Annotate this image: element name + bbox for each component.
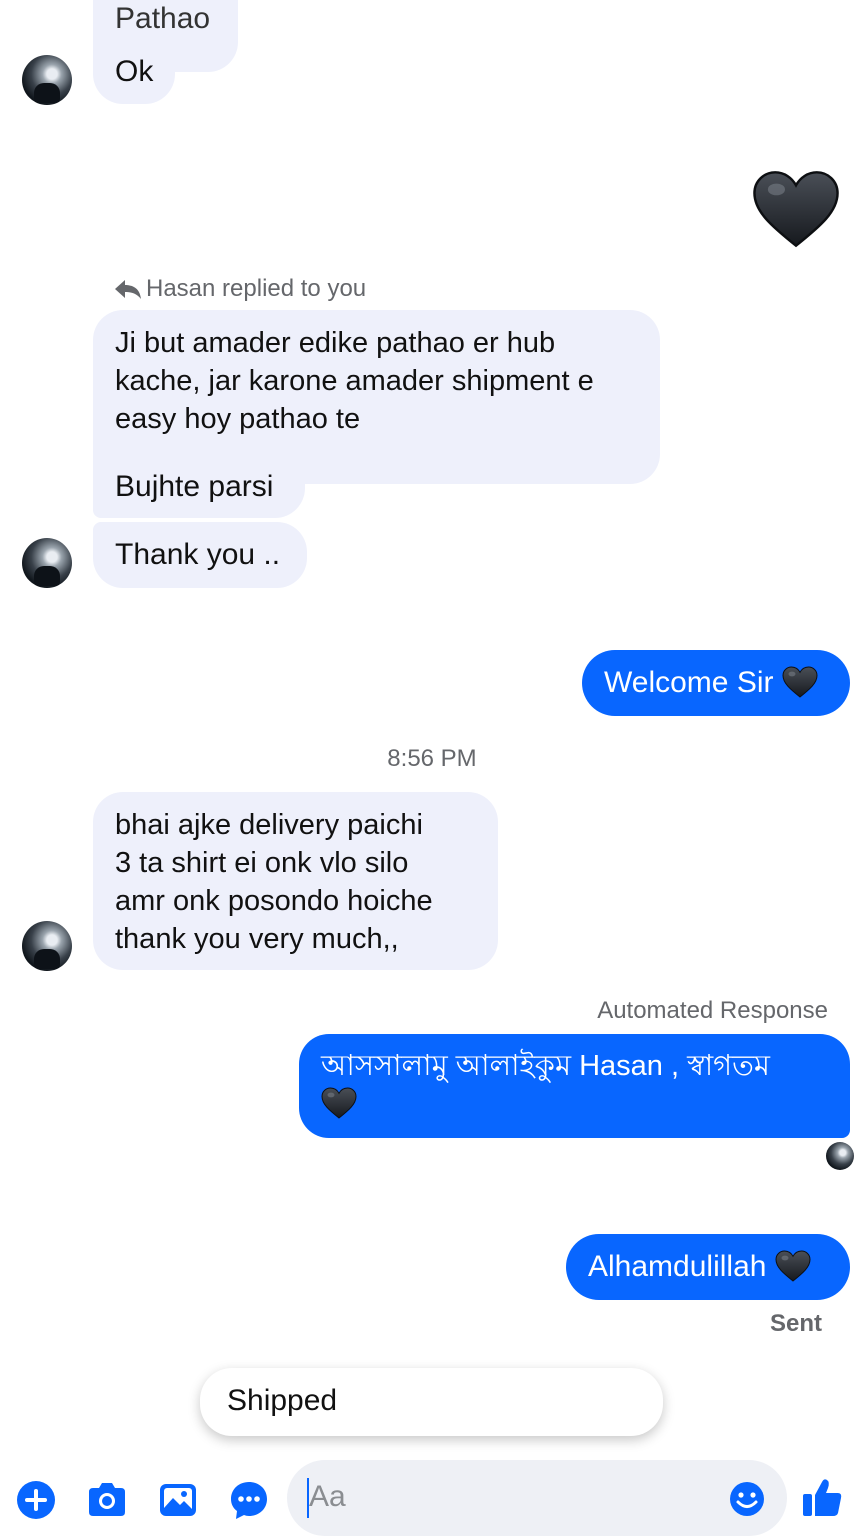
message-bubble-welcome[interactable]: Welcome Sir <box>582 650 850 716</box>
message-line: 3 ta shirt ei onk vlo silo <box>115 847 409 879</box>
message-bubble-alhamdulillah[interactable]: Alhamdulillah <box>566 1234 850 1300</box>
avatar[interactable] <box>22 538 72 588</box>
avatar[interactable] <box>22 921 72 971</box>
smiley-icon[interactable] <box>728 1480 766 1518</box>
message-bubble-delivery[interactable]: bhai ajke delivery paichi 3 ta shirt ei … <box>93 792 498 970</box>
sent-status: Sent <box>769 1310 822 1337</box>
message-text: Ok <box>115 55 154 88</box>
message-bubble-thank-you[interactable]: Thank you .. <box>93 522 307 588</box>
timestamp: 8:56 PM <box>387 745 477 772</box>
message-text: আসসালামু আলাইকুম Hasan , স্বাগতম <box>321 1050 771 1082</box>
message-bubble-ok[interactable]: Ok <box>93 40 175 104</box>
avatar[interactable] <box>22 55 72 105</box>
heart-emoji-large[interactable] <box>752 168 840 250</box>
message-input-placeholder: Aa <box>309 1480 346 1513</box>
message-bubble-bujhte[interactable]: Bujhte parsi <box>93 454 305 518</box>
heart-emoji <box>321 1087 357 1119</box>
reply-label: Hasan replied to you <box>114 275 366 303</box>
heart-emoji <box>775 1250 811 1282</box>
thumbs-up-icon[interactable] <box>800 1476 844 1520</box>
message-bubble-auto-reply[interactable]: আসসালামু আলাইকুম Hasan , স্বাগতম <box>299 1034 850 1138</box>
heart-emoji <box>782 666 818 698</box>
message-text: Thank you .. <box>115 538 281 571</box>
camera-icon[interactable] <box>85 1478 129 1522</box>
suggested-reply-shipped[interactable]: Shipped <box>200 1368 663 1436</box>
message-line: thank you very much,, <box>115 923 399 955</box>
automated-response-label: Automated Response <box>597 997 828 1024</box>
message-text: Bujhte parsi <box>115 470 274 503</box>
reply-arrow-icon <box>115 280 141 299</box>
message-text: Welcome Sir <box>604 666 774 699</box>
message-text: Ji but amader edike pathao er hub kache,… <box>115 327 594 435</box>
message-line: bhai ajke delivery paichi <box>115 809 423 841</box>
message-line: amr onk posondo hoiche <box>115 885 433 917</box>
seen-avatar <box>826 1142 854 1170</box>
suggested-reply-label: Shipped <box>227 1384 338 1417</box>
chat-bubble-icon[interactable] <box>227 1478 271 1522</box>
message-text: Pathao <box>115 2 211 35</box>
message-input[interactable]: Aa <box>287 1460 787 1536</box>
plus-circle-icon[interactable] <box>14 1478 58 1522</box>
image-icon[interactable] <box>156 1478 200 1522</box>
message-text: Alhamdulillah <box>588 1250 767 1283</box>
